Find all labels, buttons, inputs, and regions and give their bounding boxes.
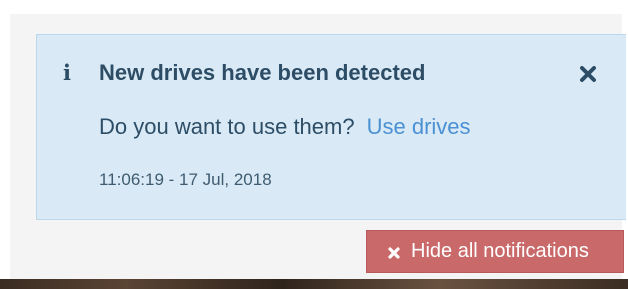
close-notification-button[interactable]	[577, 63, 599, 85]
hide-all-notifications-button[interactable]: Hide all notifications	[366, 230, 624, 273]
hide-all-label: Hide all notifications	[411, 240, 589, 262]
notification-card: i New drives have been detected Do you w…	[36, 34, 626, 220]
notification-message-line: Do you want to use them? Use drives	[99, 113, 471, 141]
close-icon	[388, 247, 400, 259]
notification-title: New drives have been detected	[99, 60, 426, 85]
info-icon: i	[63, 60, 71, 85]
top-strip	[0, 0, 628, 14]
close-icon	[580, 66, 596, 82]
notification-message: Do you want to use them?	[99, 114, 355, 139]
notification-timestamp: 11:06:19 - 17 Jul, 2018	[99, 170, 272, 189]
use-drives-link[interactable]: Use drives	[367, 114, 471, 139]
background-image-strip	[0, 279, 628, 289]
page: i New drives have been detected Do you w…	[0, 0, 628, 289]
